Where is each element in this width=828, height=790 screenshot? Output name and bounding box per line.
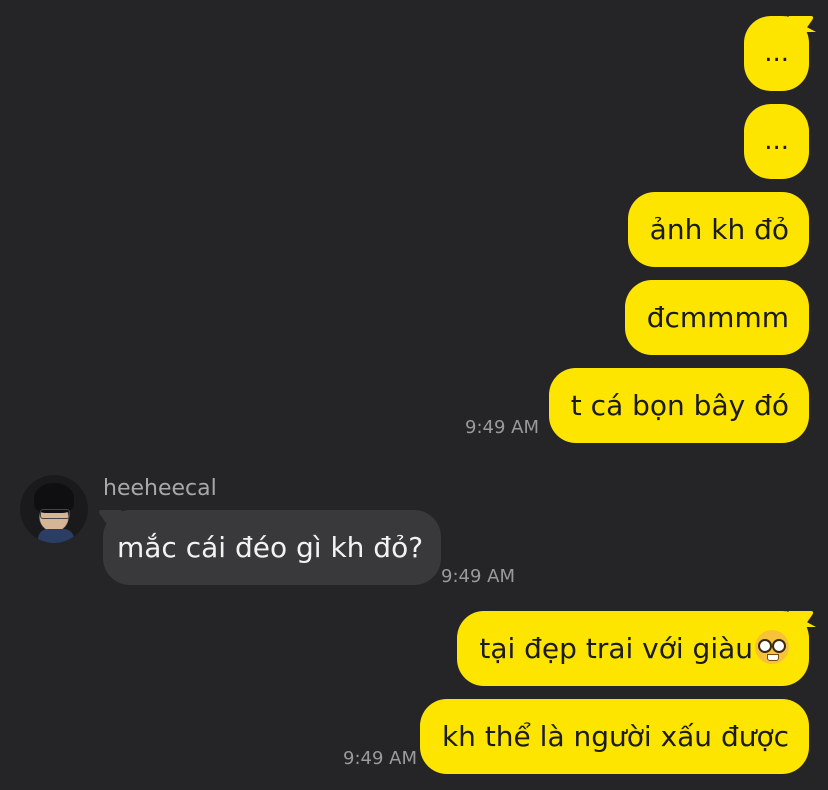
nerd-face-emoji-icon <box>755 630 789 664</box>
sender-name: heeheecal <box>103 476 217 501</box>
avatar-glasses <box>40 509 70 519</box>
avatar-shirt <box>38 529 74 543</box>
message-timestamp: 9:49 AM <box>441 566 515 587</box>
message-text: ... <box>764 126 789 156</box>
message-text: ... <box>764 38 789 68</box>
sent-message-bubble[interactable]: ... <box>744 16 816 91</box>
message-text: tại đẹp trai với giàu <box>479 632 753 665</box>
message-text: mắc cái đéo gì kh đỏ? <box>117 531 424 564</box>
sent-message-bubble[interactable]: ảnh kh đỏ <box>627 192 809 267</box>
chat-thread: ... ... ảnh kh đỏ đcmmmm t cá bọn bây đó… <box>0 0 828 790</box>
message-text: đcmmmm <box>646 301 789 334</box>
message-timestamp: 9:49 AM <box>465 417 539 438</box>
sent-message-bubble[interactable]: kh thể là người xấu được <box>419 699 809 774</box>
sent-message-bubble[interactable]: ... <box>744 104 809 179</box>
message-text: t cá bọn bây đó <box>570 389 789 422</box>
received-message-bubble[interactable]: mắc cái đéo gì kh đỏ? <box>103 510 442 585</box>
message-text: ảnh kh đỏ <box>649 213 789 246</box>
message-text: kh thể là người xấu được <box>441 720 789 753</box>
message-timestamp: 9:49 AM <box>343 748 417 769</box>
sender-avatar[interactable] <box>20 475 88 543</box>
sent-message-bubble[interactable]: đcmmmm <box>624 280 809 355</box>
sent-message-bubble[interactable]: tại đẹp trai với giàu <box>457 611 816 686</box>
sent-message-bubble[interactable]: t cá bọn bây đó <box>548 368 809 443</box>
